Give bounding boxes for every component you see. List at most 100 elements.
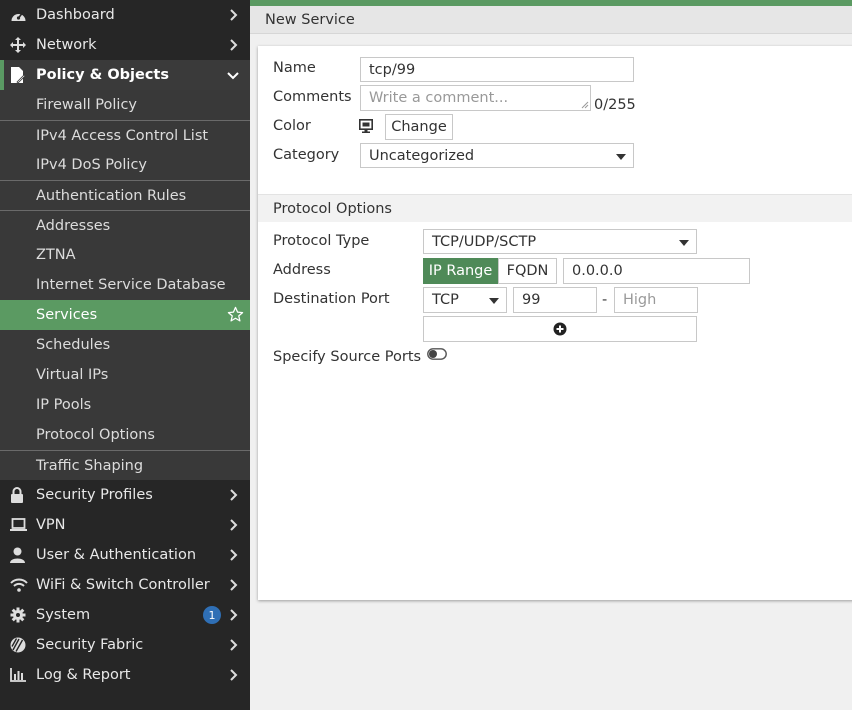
dropdown-caret-icon [616,154,626,160]
protocol-options-section-header: Protocol Options [258,194,852,222]
nav-policy-objects-label: Policy & Objects [36,67,169,83]
sidebar-item-services[interactable]: Services [0,300,250,330]
destination-port-label: Destination Port [273,291,390,307]
category-value: Uncategorized [369,147,475,164]
sidebar-item-label: Authentication Rules [36,187,187,204]
sidebar-item-label: IPv4 DoS Policy [36,157,147,173]
policy-submenu: Firewall Policy IPv4 Access Control List… [0,90,250,480]
sidebar-item-internet-service-db[interactable]: Internet Service Database [0,270,250,300]
nav-network-label: Network [36,37,97,53]
category-select[interactable]: Uncategorized [360,143,634,168]
sidebar-item-label: ZTNA [36,247,76,263]
policy-document-icon [10,67,30,83]
sidebar-item-label: Traffic Shaping [36,457,144,474]
name-input[interactable]: tcp/99 [360,57,634,82]
sidebar-item-firewall-policy[interactable]: Firewall Policy [0,90,250,120]
nav-security-profiles[interactable]: Security Profiles [0,480,250,510]
wifi-icon [10,577,30,593]
sidebar-item-ipv4-dos[interactable]: IPv4 DoS Policy [0,150,250,180]
nav-dashboard-label: Dashboard [36,7,115,23]
page-title: New Service [265,11,355,28]
chevron-down-icon [227,72,239,80]
sidebar-item-ip-pools[interactable]: IP Pools [0,390,250,420]
color-label: Color [273,118,311,134]
nav-vpn[interactable]: VPN [0,510,250,540]
destination-protocol-value: TCP [432,292,459,308]
page-header: New Service [250,6,852,34]
sidebar-item-virtual-ips[interactable]: Virtual IPs [0,360,250,390]
nav-network[interactable]: Network [0,30,250,60]
chevron-right-icon [230,639,238,651]
ip-range-label: IP Range [428,263,493,279]
change-color-button[interactable]: Change [385,114,453,140]
chevron-right-icon [230,549,238,561]
color-swatch-icon [359,119,373,137]
chevron-right-icon [230,579,238,591]
address-label: Address [273,262,331,278]
sidebar-item-label: Schedules [36,337,111,353]
ip-range-toggle[interactable]: IP Range [423,258,498,284]
chevron-right-icon [230,39,238,51]
dropdown-caret-icon [679,240,689,246]
destination-port-low-value: 99 [522,292,541,308]
sidebar-item-traffic-shaping[interactable]: Traffic Shaping [0,450,250,480]
specify-source-ports-toggle[interactable] [427,348,447,364]
nav-system-label: System [36,607,91,623]
destination-port-low-input[interactable]: 99 [513,287,597,313]
user-icon [10,547,30,563]
add-port-button[interactable] [423,316,697,342]
chevron-right-icon [230,609,238,621]
destination-protocol-select[interactable]: TCP [423,287,507,313]
category-label: Category [273,147,340,163]
fqdn-label: FQDN [506,263,549,279]
specify-source-ports-label: Specify Source Ports [273,349,422,365]
plus-circle-icon [553,322,567,336]
address-input[interactable]: 0.0.0.0 [563,258,750,284]
dropdown-caret-icon [489,298,499,304]
nav-vpn-label: VPN [36,517,66,533]
notification-badge: 1 [203,606,221,624]
fqdn-toggle[interactable]: FQDN [498,258,557,284]
nav-security-fabric[interactable]: Security Fabric [0,630,250,660]
sidebar-item-label: IP Pools [36,397,92,413]
lock-icon [10,487,30,503]
sidebar: Dashboard Network Policy & Objects Firew… [0,0,250,710]
sidebar-item-ipv4-acl[interactable]: IPv4 Access Control List [0,120,250,150]
sidebar-item-label: Virtual IPs [36,367,109,383]
nav-user-auth-label: User & Authentication [36,547,197,563]
sidebar-item-label: Addresses [36,217,111,234]
nav-dashboard[interactable]: Dashboard [0,0,250,30]
network-icon [10,37,30,53]
chevron-right-icon [230,669,238,681]
sidebar-item-label: IPv4 Access Control List [36,127,209,144]
security-fabric-icon [10,637,30,653]
section-title: Protocol Options [273,200,392,217]
dashboard-icon [10,7,30,23]
nav-wifi-switch-label: WiFi & Switch Controller [36,577,210,593]
nav-log-report-label: Log & Report [36,667,131,683]
sidebar-item-ztna[interactable]: ZTNA [0,240,250,270]
destination-port-high-input[interactable]: High [614,287,698,313]
port-range-dash: - [602,292,608,308]
sidebar-item-authentication-rules[interactable]: Authentication Rules [0,180,250,210]
comments-placeholder: Write a comment... [369,90,509,106]
sidebar-item-schedules[interactable]: Schedules [0,330,250,360]
nav-system[interactable]: System 1 [0,600,250,630]
resize-handle-icon[interactable] [581,101,589,109]
sidebar-item-protocol-options[interactable]: Protocol Options [0,420,250,450]
nav-log-report[interactable]: Log & Report [0,660,250,690]
sidebar-item-label: Firewall Policy [36,97,137,113]
favorite-star-icon[interactable] [227,306,244,327]
comments-textarea[interactable]: Write a comment... [360,85,591,111]
main-content: New Service Name tcp/99 Comments Write a… [250,0,852,710]
bar-chart-icon [10,667,30,683]
gear-icon [10,607,30,623]
nav-policy-objects[interactable]: Policy & Objects [0,60,250,90]
nav-user-auth[interactable]: User & Authentication [0,540,250,570]
nav-wifi-switch[interactable]: WiFi & Switch Controller [0,570,250,600]
address-value: 0.0.0.0 [572,263,623,279]
new-service-form: Name tcp/99 Comments Write a comment... … [258,46,852,600]
protocol-type-select[interactable]: TCP/UDP/SCTP [423,229,697,254]
sidebar-item-addresses[interactable]: Addresses [0,210,250,240]
protocol-type-value: TCP/UDP/SCTP [432,233,537,250]
